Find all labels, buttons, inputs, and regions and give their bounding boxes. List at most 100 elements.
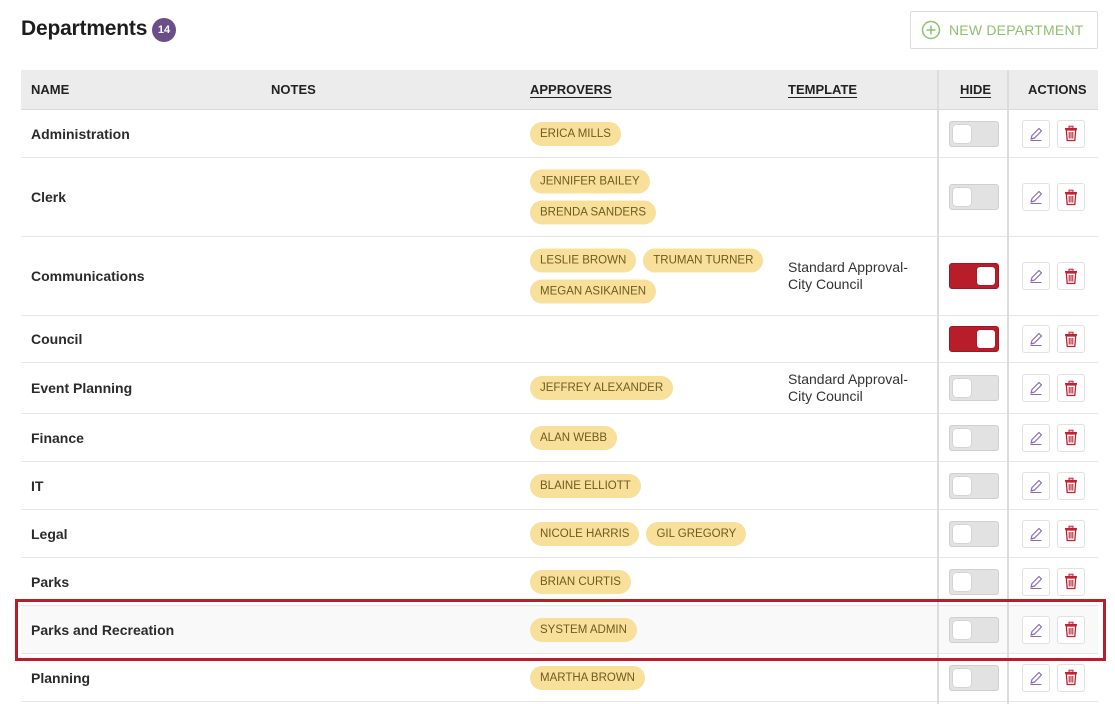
hide-toggle[interactable] xyxy=(949,616,999,643)
edit-button[interactable] xyxy=(1022,423,1050,452)
department-name: IT xyxy=(31,477,44,494)
hide-toggle[interactable] xyxy=(949,326,999,352)
delete-button[interactable] xyxy=(1057,567,1085,596)
approvers-list: JEFFREY ALEXANDER xyxy=(530,376,770,400)
delete-button[interactable] xyxy=(1057,325,1085,353)
edit-button[interactable] xyxy=(1022,119,1050,148)
approver-chip: JENNIFER BAILEY xyxy=(530,169,650,194)
pencil-icon xyxy=(1030,269,1043,283)
plus-circle-icon xyxy=(921,20,941,40)
delete-button[interactable] xyxy=(1057,183,1085,211)
hide-toggle[interactable] xyxy=(949,472,999,499)
pencil-icon xyxy=(1030,671,1043,685)
toggle-knob xyxy=(953,572,971,591)
approver-chip: ALAN WEBB xyxy=(530,425,618,450)
approvers-list: MARTHA BROWN xyxy=(530,665,770,690)
hide-toggle[interactable] xyxy=(949,568,999,595)
approvers-list: JENNIFER BAILEY BRENDA SANDERS xyxy=(530,169,770,225)
approvers-list: BRIAN CURTIS xyxy=(530,569,770,594)
approver-chip: BRENDA SANDERS xyxy=(530,200,657,225)
delete-button[interactable] xyxy=(1057,119,1085,148)
approver-chip: BLAINE ELLIOTT xyxy=(530,473,641,498)
department-name: Legal xyxy=(31,525,68,542)
edit-button[interactable] xyxy=(1022,519,1050,548)
hide-toggle[interactable] xyxy=(949,520,999,547)
approver-chip: LESLIE BROWN xyxy=(530,248,637,273)
approver-chip: GIL GREGORY xyxy=(646,521,747,546)
edit-button[interactable] xyxy=(1022,183,1050,211)
approvers-list: BLAINE ELLIOTT xyxy=(530,473,770,498)
approver-chip: MEGAN ASIKAINEN xyxy=(530,279,657,304)
pencil-icon xyxy=(1030,190,1043,204)
toggle-knob xyxy=(953,668,971,687)
department-name: Council xyxy=(31,331,83,347)
delete-button[interactable] xyxy=(1057,615,1085,644)
approver-chip: JEFFREY ALEXANDER xyxy=(530,376,674,400)
pencil-icon xyxy=(1030,332,1043,346)
toggle-knob xyxy=(953,124,971,143)
new-department-label: NEW DEPARTMENT xyxy=(949,22,1084,38)
edit-button[interactable] xyxy=(1022,262,1050,290)
department-name: Planning xyxy=(31,669,91,686)
edit-button[interactable] xyxy=(1022,663,1050,692)
hide-toggle[interactable] xyxy=(949,424,999,451)
pencil-icon xyxy=(1030,527,1043,541)
pencil-icon xyxy=(1030,431,1043,445)
delete-button[interactable] xyxy=(1057,471,1085,500)
trash-icon xyxy=(1065,380,1077,396)
column-header-name: NAME xyxy=(31,82,70,97)
page-title: Departments xyxy=(21,17,148,40)
trash-icon xyxy=(1065,525,1077,542)
trash-icon xyxy=(1065,268,1077,284)
delete-button[interactable] xyxy=(1057,423,1085,452)
column-header-approvers[interactable]: APPROVERS xyxy=(530,70,612,110)
trash-icon xyxy=(1065,331,1077,347)
trash-icon xyxy=(1065,669,1077,686)
column-header-hide[interactable]: HIDE xyxy=(960,70,991,110)
approvers-list: NICOLE HARRIS GIL GREGORY xyxy=(530,521,770,546)
toggle-knob xyxy=(953,620,971,639)
template-name: Standard Approval- City Council xyxy=(788,259,908,292)
department-name: Clerk xyxy=(31,189,67,205)
toggle-knob xyxy=(953,379,971,397)
pencil-icon xyxy=(1030,575,1043,589)
hide-toggle[interactable] xyxy=(949,263,999,289)
approver-chip: NICOLE HARRIS xyxy=(530,521,640,546)
department-count-badge: 14 xyxy=(152,18,176,42)
approvers-list: ERICA MILLS xyxy=(530,121,770,146)
toggle-knob xyxy=(953,524,971,543)
hide-toggle[interactable] xyxy=(949,184,999,210)
trash-icon xyxy=(1065,429,1077,446)
hide-toggle[interactable] xyxy=(949,375,999,401)
edit-button[interactable] xyxy=(1022,615,1050,644)
approver-chip: BRIAN CURTIS xyxy=(530,569,631,594)
edit-button[interactable] xyxy=(1022,374,1050,402)
toggle-knob xyxy=(977,267,995,285)
pencil-icon xyxy=(1030,381,1043,395)
edit-button[interactable] xyxy=(1022,567,1050,596)
approver-chip: TRUMAN TURNER xyxy=(643,248,764,273)
delete-button[interactable] xyxy=(1057,663,1085,692)
toggle-knob xyxy=(977,330,995,348)
hide-toggle[interactable] xyxy=(949,120,999,147)
toggle-knob xyxy=(953,188,971,206)
department-name: Parks xyxy=(31,573,70,590)
hide-toggle[interactable] xyxy=(949,664,999,691)
new-department-button[interactable]: NEW DEPARTMENT xyxy=(910,11,1098,49)
hide-column-divider xyxy=(937,70,939,704)
department-name: Communications xyxy=(31,268,145,284)
edit-button[interactable] xyxy=(1022,471,1050,500)
pencil-icon xyxy=(1030,623,1043,637)
approver-chip: SYSTEM ADMIN xyxy=(530,617,637,642)
page-header: Departments 14 NEW DEPARTMENT xyxy=(21,11,1098,49)
delete-button[interactable] xyxy=(1057,519,1085,548)
approver-chip: MARTHA BROWN xyxy=(530,665,645,690)
edit-button[interactable] xyxy=(1022,325,1050,353)
delete-button[interactable] xyxy=(1057,374,1085,402)
column-header-template[interactable]: TEMPLATE xyxy=(788,70,857,110)
department-name: Event Planning xyxy=(31,380,133,396)
trash-icon xyxy=(1065,125,1077,142)
actions-column-divider xyxy=(1007,70,1009,704)
approvers-list: SYSTEM ADMIN xyxy=(530,617,770,642)
delete-button[interactable] xyxy=(1057,262,1085,290)
